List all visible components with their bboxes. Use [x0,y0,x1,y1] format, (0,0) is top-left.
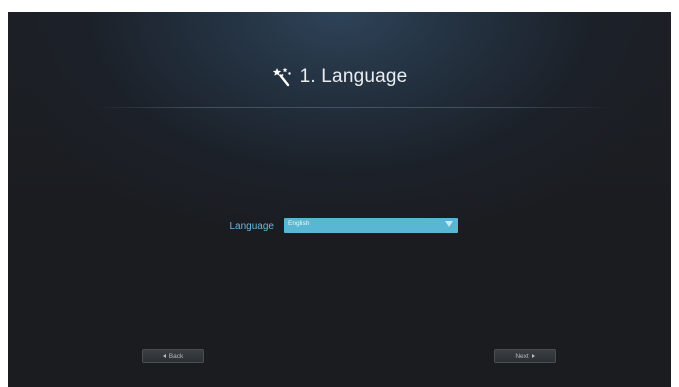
arrow-left-icon [162,354,166,358]
back-button-label: Back [168,352,184,360]
language-label: Language [229,221,275,232]
next-button-label: Next [515,352,529,360]
next-button[interactable]: Next [494,349,556,363]
header-divider [92,107,612,108]
chevron-down-icon [445,221,453,227]
page-title: 1. Language [299,66,408,87]
setup-wizard-screen: 1. Language Language English Back Next [8,12,671,387]
back-button[interactable]: Back [142,349,204,363]
magic-wand-icon [272,66,294,88]
language-form-row: Language English [8,218,671,238]
wizard-header: 1. Language [8,62,671,92]
language-select-value: English [288,220,310,227]
arrow-right-icon [531,354,535,358]
language-select[interactable]: English [284,218,458,233]
